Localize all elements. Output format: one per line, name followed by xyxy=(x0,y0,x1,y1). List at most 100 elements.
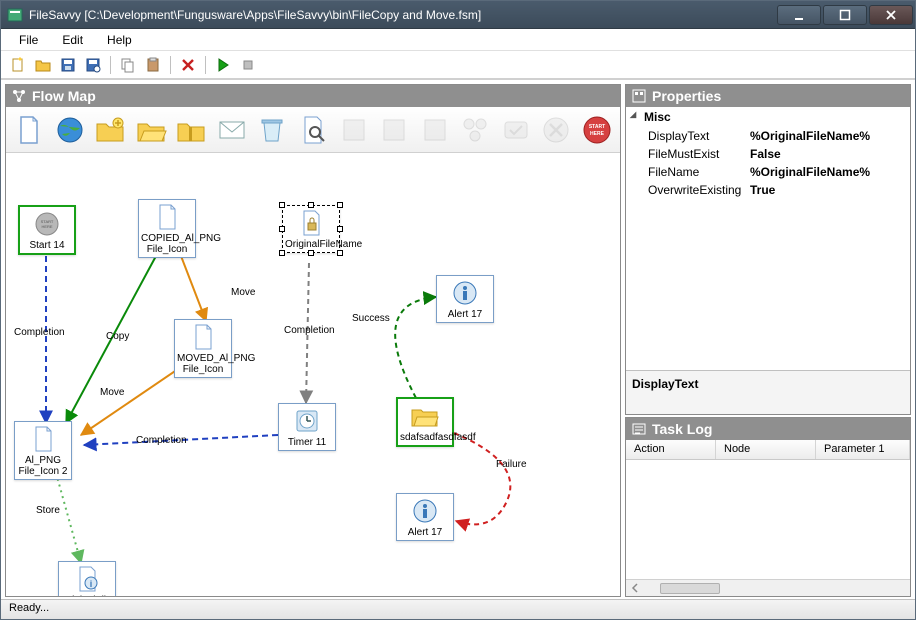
flow-disabled-1 xyxy=(334,110,373,150)
node-ai[interactable]: Al_PNG File_Icon 2 xyxy=(14,421,72,480)
column-action[interactable]: Action xyxy=(626,440,716,459)
menu-file[interactable]: File xyxy=(9,31,48,49)
open-button[interactable] xyxy=(32,54,54,76)
property-row[interactable]: OverwriteExisting True xyxy=(626,181,910,199)
saveas-button[interactable] xyxy=(82,54,104,76)
menu-bar: File Edit Help xyxy=(1,29,915,51)
save-button[interactable] xyxy=(57,54,79,76)
node-timer[interactable]: Timer 11 xyxy=(278,403,336,451)
properties-grid[interactable]: Misc DisplayText %OriginalFileName% File… xyxy=(626,107,910,370)
property-row[interactable]: FileMustExist False xyxy=(626,145,910,163)
chevron-left-icon[interactable] xyxy=(630,583,640,593)
flow-globe-button[interactable] xyxy=(51,110,90,150)
flow-trash-button[interactable] xyxy=(253,110,292,150)
property-category[interactable]: Misc xyxy=(626,107,910,127)
tasklog-grid[interactable]: Action Node Parameter 1 xyxy=(626,440,910,596)
flow-canvas[interactable]: Completion Copy Move Move Completion Com… xyxy=(6,153,620,596)
edge-label-store: Store xyxy=(36,505,60,516)
node-label: Timer 11 xyxy=(288,437,326,448)
node-original-bottom[interactable]: i OriginalFileName xyxy=(58,561,116,596)
node-label: Alert 17 xyxy=(408,527,442,538)
node-label: Al_PNG File_Icon 2 xyxy=(19,455,68,477)
tasklog-columns: Action Node Parameter 1 xyxy=(626,440,910,460)
file-info-icon: i xyxy=(71,565,103,593)
flow-zipfolder-button[interactable] xyxy=(172,110,211,150)
flow-disabled-4 xyxy=(456,110,495,150)
edge-label-move: Move xyxy=(231,287,255,298)
scrollbar-thumb[interactable] xyxy=(660,583,720,594)
maximize-button[interactable] xyxy=(823,5,867,25)
property-row[interactable]: DisplayText %OriginalFileName% xyxy=(626,127,910,145)
edge-label-completion: Completion xyxy=(14,327,65,338)
node-label: Alert 17 xyxy=(448,309,482,320)
edge-label-success: Success xyxy=(352,313,390,324)
node-label: OriginalFileName xyxy=(61,595,138,596)
status-text: Ready... xyxy=(9,602,49,614)
flow-disabled-5 xyxy=(496,110,535,150)
minimize-button[interactable] xyxy=(777,5,821,25)
property-name: FileMustExist xyxy=(626,146,746,162)
file-lock-icon xyxy=(295,209,327,237)
properties-panel: Properties Misc DisplayText %OriginalFil… xyxy=(625,84,911,415)
flow-starthere-button[interactable]: STARTHERE xyxy=(577,110,616,150)
edge-label-completion: Completion xyxy=(284,325,335,336)
app-window: FileSavvy [C:\Development\Fungusware\App… xyxy=(0,0,916,620)
stop-button[interactable] xyxy=(237,54,259,76)
delete-button[interactable] xyxy=(177,54,199,76)
properties-icon xyxy=(632,89,646,103)
tasklog-panel: Task Log Action Node Parameter 1 xyxy=(625,417,911,597)
flow-file-button[interactable] xyxy=(10,110,49,150)
node-alert-top[interactable]: Alert 17 xyxy=(436,275,494,323)
property-value[interactable]: %OriginalFileName% xyxy=(746,128,910,144)
run-button[interactable] xyxy=(212,54,234,76)
node-folder[interactable]: sdafsadfasdfasdf xyxy=(396,397,454,447)
node-label: Start 14 xyxy=(29,240,64,251)
flow-toolbar: STARTHERE xyxy=(6,107,620,153)
column-node[interactable]: Node xyxy=(716,440,816,459)
node-original-selected[interactable]: OriginalFileName xyxy=(282,205,340,253)
property-name: OverwriteExisting xyxy=(626,182,746,198)
node-label: COPIED_Al_PNG File_Icon xyxy=(141,233,221,255)
status-bar: Ready... xyxy=(1,599,915,619)
flow-icon xyxy=(12,89,26,103)
property-value[interactable]: True xyxy=(746,182,910,198)
content-area: Flow Map STARTHERE xyxy=(1,79,915,599)
column-parameter1[interactable]: Parameter 1 xyxy=(816,440,910,459)
node-alert-bottom[interactable]: Alert 17 xyxy=(396,493,454,541)
flow-map-header: Flow Map xyxy=(6,85,620,107)
app-icon xyxy=(7,7,23,23)
properties-title: Properties xyxy=(652,88,721,104)
edge-label-failure: Failure xyxy=(496,459,527,470)
flow-openfolder-button[interactable] xyxy=(132,110,171,150)
paste-button[interactable] xyxy=(142,54,164,76)
file-icon xyxy=(27,425,59,453)
info-icon xyxy=(409,497,441,525)
flow-disabled-6 xyxy=(537,110,576,150)
copy-button[interactable] xyxy=(117,54,139,76)
node-moved[interactable]: MOVED_Al_PNG File_Icon xyxy=(174,319,232,378)
tasklog-hscroll[interactable] xyxy=(626,579,910,596)
property-row[interactable]: FileName %OriginalFileName% xyxy=(626,163,910,181)
menu-edit[interactable]: Edit xyxy=(52,31,93,49)
main-toolbar xyxy=(1,51,915,79)
file-icon xyxy=(187,323,219,351)
new-button[interactable] xyxy=(7,54,29,76)
flow-map-panel: Flow Map STARTHERE xyxy=(5,84,621,597)
tasklog-header: Task Log xyxy=(626,418,910,440)
node-label: sdafsadfasdfasdf xyxy=(400,432,476,443)
flow-search-button[interactable] xyxy=(294,110,333,150)
property-value[interactable]: False xyxy=(746,146,910,162)
property-value[interactable]: %OriginalFileName% xyxy=(746,164,910,180)
tasklog-icon xyxy=(632,422,646,436)
window-title: FileSavvy [C:\Development\Fungusware\App… xyxy=(29,8,777,22)
property-name: DisplayText xyxy=(626,128,746,144)
menu-help[interactable]: Help xyxy=(97,31,142,49)
node-label: MOVED_Al_PNG File_Icon xyxy=(177,353,255,375)
close-button[interactable] xyxy=(869,5,913,25)
title-bar[interactable]: FileSavvy [C:\Development\Fungusware\App… xyxy=(1,1,915,29)
node-copied[interactable]: COPIED_Al_PNG File_Icon xyxy=(138,199,196,258)
flow-newfolder-button[interactable] xyxy=(91,110,130,150)
flow-mail-button[interactable] xyxy=(213,110,252,150)
toolbar-separator xyxy=(205,56,206,74)
node-start[interactable]: STARTHERE Start 14 xyxy=(18,205,76,255)
